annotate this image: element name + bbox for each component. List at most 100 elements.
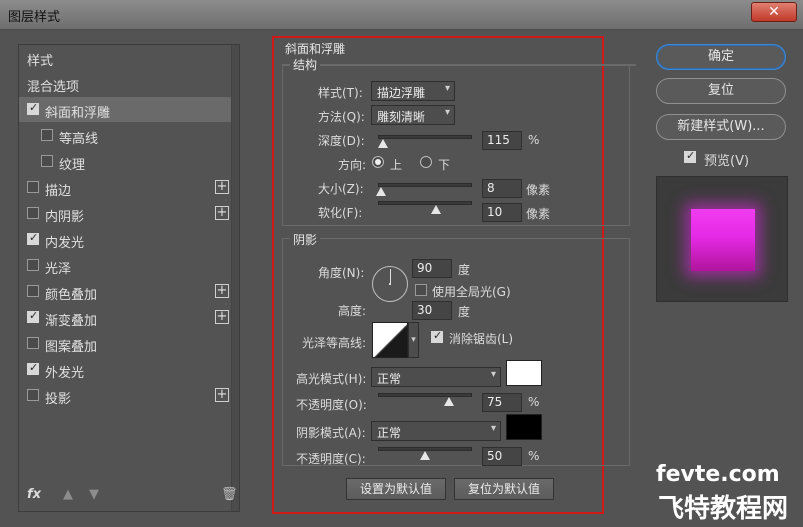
style-item[interactable]: 内发光 bbox=[19, 227, 231, 252]
altitude-input[interactable]: 30 bbox=[412, 301, 452, 320]
new-style-button[interactable]: 新建样式(W)... bbox=[656, 114, 786, 140]
style-item-checkbox[interactable] bbox=[27, 285, 39, 297]
fx-icon[interactable]: fx bbox=[27, 487, 41, 502]
depth-slider[interactable] bbox=[378, 135, 472, 139]
chevron-down-icon: ▾ bbox=[490, 369, 496, 380]
style-item-label: 渐变叠加 bbox=[45, 314, 98, 329]
add-icon[interactable]: + bbox=[215, 284, 229, 298]
dialog-body: fx ▲ ▼ 🗑 样式混合选项斜面和浮雕等高线纹理描边+内阴影+内发光光泽颜色叠… bbox=[8, 30, 795, 524]
highlight-mode-label: 高光模式(H): bbox=[296, 372, 367, 386]
style-item[interactable]: 混合选项 bbox=[19, 71, 231, 96]
shadow-opacity-slider-handle[interactable] bbox=[420, 451, 430, 460]
global-light-checkbox[interactable] bbox=[415, 284, 427, 296]
size-unit: 像素 bbox=[526, 183, 551, 197]
style-item-label: 斜面和浮雕 bbox=[45, 106, 111, 121]
close-icon: ✕ bbox=[768, 4, 780, 20]
highlight-mode-select[interactable]: 正常 ▾ bbox=[371, 367, 501, 387]
add-icon[interactable]: + bbox=[215, 310, 229, 324]
style-item-checkbox[interactable] bbox=[27, 259, 39, 271]
technique-select[interactable]: 雕刻清晰 ▾ bbox=[371, 105, 455, 125]
style-select[interactable]: 描边浮雕 ▾ bbox=[371, 81, 455, 101]
close-button[interactable]: ✕ bbox=[751, 2, 797, 22]
style-item[interactable]: 光泽 bbox=[19, 253, 231, 278]
reset-default-button[interactable]: 复位为默认值 bbox=[454, 478, 554, 500]
style-item-checkbox[interactable] bbox=[27, 337, 39, 349]
angle-dial[interactable] bbox=[372, 266, 408, 302]
size-slider-handle[interactable] bbox=[375, 187, 386, 196]
highlight-opacity-slider-handle[interactable] bbox=[443, 397, 454, 406]
soften-input[interactable]: 10 bbox=[482, 203, 522, 222]
size-label: 大小(Z): bbox=[318, 182, 364, 196]
shadow-opacity-input[interactable]: 50 bbox=[482, 447, 522, 466]
size-input[interactable]: 8 bbox=[482, 179, 522, 198]
window-title: 图层样式 bbox=[8, 10, 61, 25]
technique-select-value: 雕刻清晰 bbox=[377, 110, 426, 124]
make-default-button[interactable]: 设置为默认值 bbox=[346, 478, 446, 500]
reset-button[interactable]: 复位 bbox=[656, 78, 786, 104]
style-item-label: 图案叠加 bbox=[45, 340, 98, 355]
angle-input[interactable]: 90 bbox=[412, 259, 452, 278]
style-item-checkbox[interactable] bbox=[41, 129, 53, 141]
section-title: 斜面和浮雕 bbox=[282, 40, 349, 57]
style-item-label: 描边 bbox=[45, 184, 72, 199]
soften-slider-handle[interactable] bbox=[431, 205, 442, 214]
highlight-opacity-slider[interactable] bbox=[378, 393, 472, 397]
style-item[interactable]: 样式 bbox=[19, 45, 231, 70]
styles-list-scrollbar[interactable] bbox=[231, 45, 239, 511]
style-item-label: 外发光 bbox=[45, 366, 85, 381]
style-item[interactable]: 斜面和浮雕 bbox=[19, 97, 231, 122]
ok-button[interactable]: 确定 bbox=[656, 44, 786, 70]
angle-dial-hand bbox=[390, 269, 391, 283]
style-item-checkbox[interactable] bbox=[27, 101, 39, 115]
soften-unit: 像素 bbox=[526, 207, 551, 221]
style-item[interactable]: 描边 + bbox=[19, 175, 231, 200]
gloss-contour-dropdown[interactable]: ▾ bbox=[408, 322, 419, 358]
soften-label: 软化(F): bbox=[318, 206, 363, 220]
style-item[interactable]: 等高线 bbox=[19, 123, 231, 148]
depth-input[interactable]: 115 bbox=[482, 131, 522, 150]
highlight-color-swatch[interactable] bbox=[506, 360, 542, 386]
style-item[interactable]: 图案叠加 bbox=[19, 331, 231, 356]
preview-checkbox[interactable] bbox=[684, 149, 696, 163]
shadow-color-swatch[interactable] bbox=[506, 414, 542, 440]
shading-title: 阴影 bbox=[290, 231, 321, 248]
size-slider[interactable] bbox=[378, 183, 472, 187]
style-item[interactable]: 渐变叠加 + bbox=[19, 305, 231, 330]
move-up-icon[interactable]: ▲ bbox=[63, 487, 73, 502]
style-item-checkbox[interactable] bbox=[27, 309, 39, 323]
style-item-checkbox[interactable] bbox=[27, 231, 39, 245]
add-icon[interactable]: + bbox=[215, 388, 229, 402]
highlight-opacity-label: 不透明度(O): bbox=[296, 398, 367, 412]
structure-title: 结构 bbox=[290, 56, 321, 73]
add-icon[interactable]: + bbox=[215, 180, 229, 194]
depth-slider-handle[interactable] bbox=[377, 139, 388, 148]
soften-slider[interactable] bbox=[378, 201, 472, 205]
watermark-site: fevte.com bbox=[656, 462, 780, 487]
style-item[interactable]: 纹理 bbox=[19, 149, 231, 174]
style-item[interactable]: 内阴影 + bbox=[19, 201, 231, 226]
style-item-checkbox[interactable] bbox=[27, 389, 39, 401]
style-item-checkbox[interactable] bbox=[27, 361, 39, 375]
style-item-label: 纹理 bbox=[59, 158, 86, 173]
style-item[interactable]: 外发光 bbox=[19, 357, 231, 382]
add-icon[interactable]: + bbox=[215, 206, 229, 220]
move-down-icon[interactable]: ▼ bbox=[89, 487, 99, 502]
style-item-checkbox[interactable] bbox=[27, 181, 39, 193]
style-item[interactable]: 投影 + bbox=[19, 383, 231, 408]
preview-square bbox=[691, 209, 755, 271]
trash-icon[interactable]: 🗑 bbox=[221, 487, 238, 502]
style-item[interactable]: 颜色叠加 + bbox=[19, 279, 231, 304]
global-light-label: 使用全局光(G) bbox=[432, 285, 511, 299]
style-item-checkbox[interactable] bbox=[27, 207, 39, 219]
angle-unit: 度 bbox=[458, 263, 471, 277]
shadow-opacity-label: 不透明度(C): bbox=[296, 452, 366, 466]
gloss-contour-swatch[interactable] bbox=[372, 322, 408, 358]
style-item-checkbox[interactable] bbox=[41, 155, 53, 167]
direction-up-radio[interactable] bbox=[372, 156, 384, 168]
depth-unit: % bbox=[528, 133, 540, 147]
highlight-opacity-input[interactable]: 75 bbox=[482, 393, 522, 412]
shadow-mode-select[interactable]: 正常 ▾ bbox=[371, 421, 501, 441]
styles-list-footer: fx ▲ ▼ 🗑 bbox=[19, 481, 239, 511]
antialias-checkbox[interactable] bbox=[431, 329, 443, 343]
direction-down-radio[interactable] bbox=[420, 156, 432, 168]
